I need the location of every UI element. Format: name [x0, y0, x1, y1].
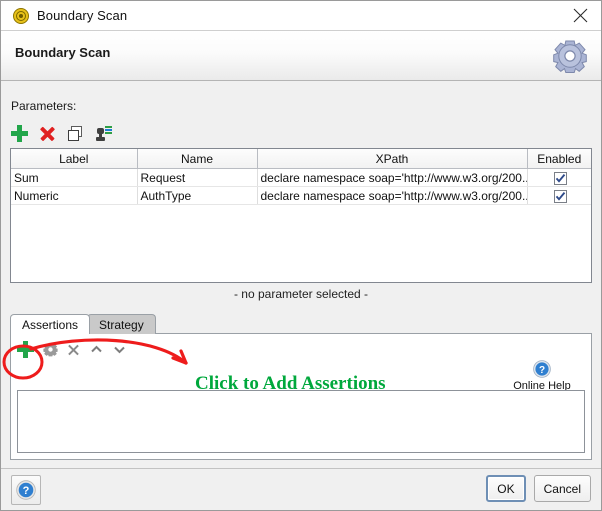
cell-enabled — [527, 168, 591, 187]
page-title: Boundary Scan — [15, 45, 111, 60]
delete-parameter-button[interactable] — [38, 124, 57, 143]
dialog-body: Parameters: Label Name XPath Enabled Sum… — [1, 82, 601, 468]
cell-xpath: declare namespace soap='http://www.w3.or… — [257, 186, 528, 205]
tab-assertions[interactable]: Assertions — [10, 314, 91, 334]
duplicate-parameter-button[interactable] — [66, 124, 85, 143]
footer-buttons: OK Cancel — [486, 475, 591, 502]
no-parameter-selected-label: - no parameter selected - — [233, 287, 369, 301]
online-help-link[interactable]: ? Online Help — [501, 360, 583, 392]
dialog-footer: ? OK Cancel — [1, 468, 601, 510]
column-header-name[interactable]: Name — [137, 149, 258, 169]
tab-bar: Assertions Strategy — [10, 313, 156, 334]
column-header-enabled[interactable]: Enabled — [527, 149, 591, 169]
help-button[interactable]: ? — [11, 475, 41, 505]
cancel-button[interactable]: Cancel — [533, 475, 591, 502]
window-titlebar: Boundary Scan — [1, 1, 601, 31]
boundary-scan-dialog: Boundary Scan Boundary Scan Parameters: … — [0, 0, 602, 511]
parameters-table[interactable]: Label Name XPath Enabled Sum Request dec… — [10, 148, 592, 283]
assertions-list[interactable] — [17, 390, 585, 453]
move-assertion-up-button[interactable] — [89, 342, 104, 357]
remove-assertion-button[interactable] — [66, 342, 81, 357]
parameters-toolbar — [10, 122, 113, 144]
cell-label: Numeric — [11, 186, 138, 205]
table-row[interactable]: Numeric AuthType declare namespace soap=… — [11, 186, 591, 205]
column-header-label[interactable]: Label — [11, 149, 138, 169]
column-header-xpath[interactable]: XPath — [257, 149, 528, 169]
import-parameter-button[interactable] — [94, 124, 113, 143]
dialog-header: Boundary Scan — [1, 31, 601, 81]
window-title: Boundary Scan — [37, 8, 128, 23]
svg-text:?: ? — [539, 365, 545, 376]
cell-label: Sum — [11, 168, 138, 187]
add-parameter-button[interactable] — [10, 124, 29, 143]
assertions-panel: Click to Add Assertions ? Online Help — [10, 333, 592, 460]
add-assertion-button[interactable] — [16, 340, 35, 359]
enabled-checkbox[interactable] — [554, 171, 568, 185]
help-circle-icon: ? — [533, 360, 551, 378]
move-assertion-down-button[interactable] — [112, 342, 127, 357]
ok-button[interactable]: OK — [486, 475, 526, 502]
cell-enabled — [527, 186, 591, 205]
table-row[interactable]: Sum Request declare namespace soap='http… — [11, 168, 591, 187]
help-circle-icon: ? — [16, 480, 36, 500]
enabled-checkbox[interactable] — [554, 189, 568, 203]
cell-name: Request — [137, 168, 258, 187]
close-icon[interactable] — [559, 1, 601, 30]
gear-icon[interactable] — [551, 37, 589, 75]
cell-xpath: declare namespace soap='http://www.w3.or… — [257, 168, 528, 187]
tab-strategy[interactable]: Strategy — [87, 314, 156, 334]
parameters-label: Parameters: — [11, 99, 77, 113]
svg-text:?: ? — [23, 485, 30, 497]
target-icon — [13, 7, 29, 24]
configure-assertion-button[interactable] — [43, 342, 58, 357]
assertions-toolbar — [16, 340, 127, 359]
cell-name: AuthType — [137, 186, 258, 205]
table-header-row: Label Name XPath Enabled — [11, 149, 591, 169]
